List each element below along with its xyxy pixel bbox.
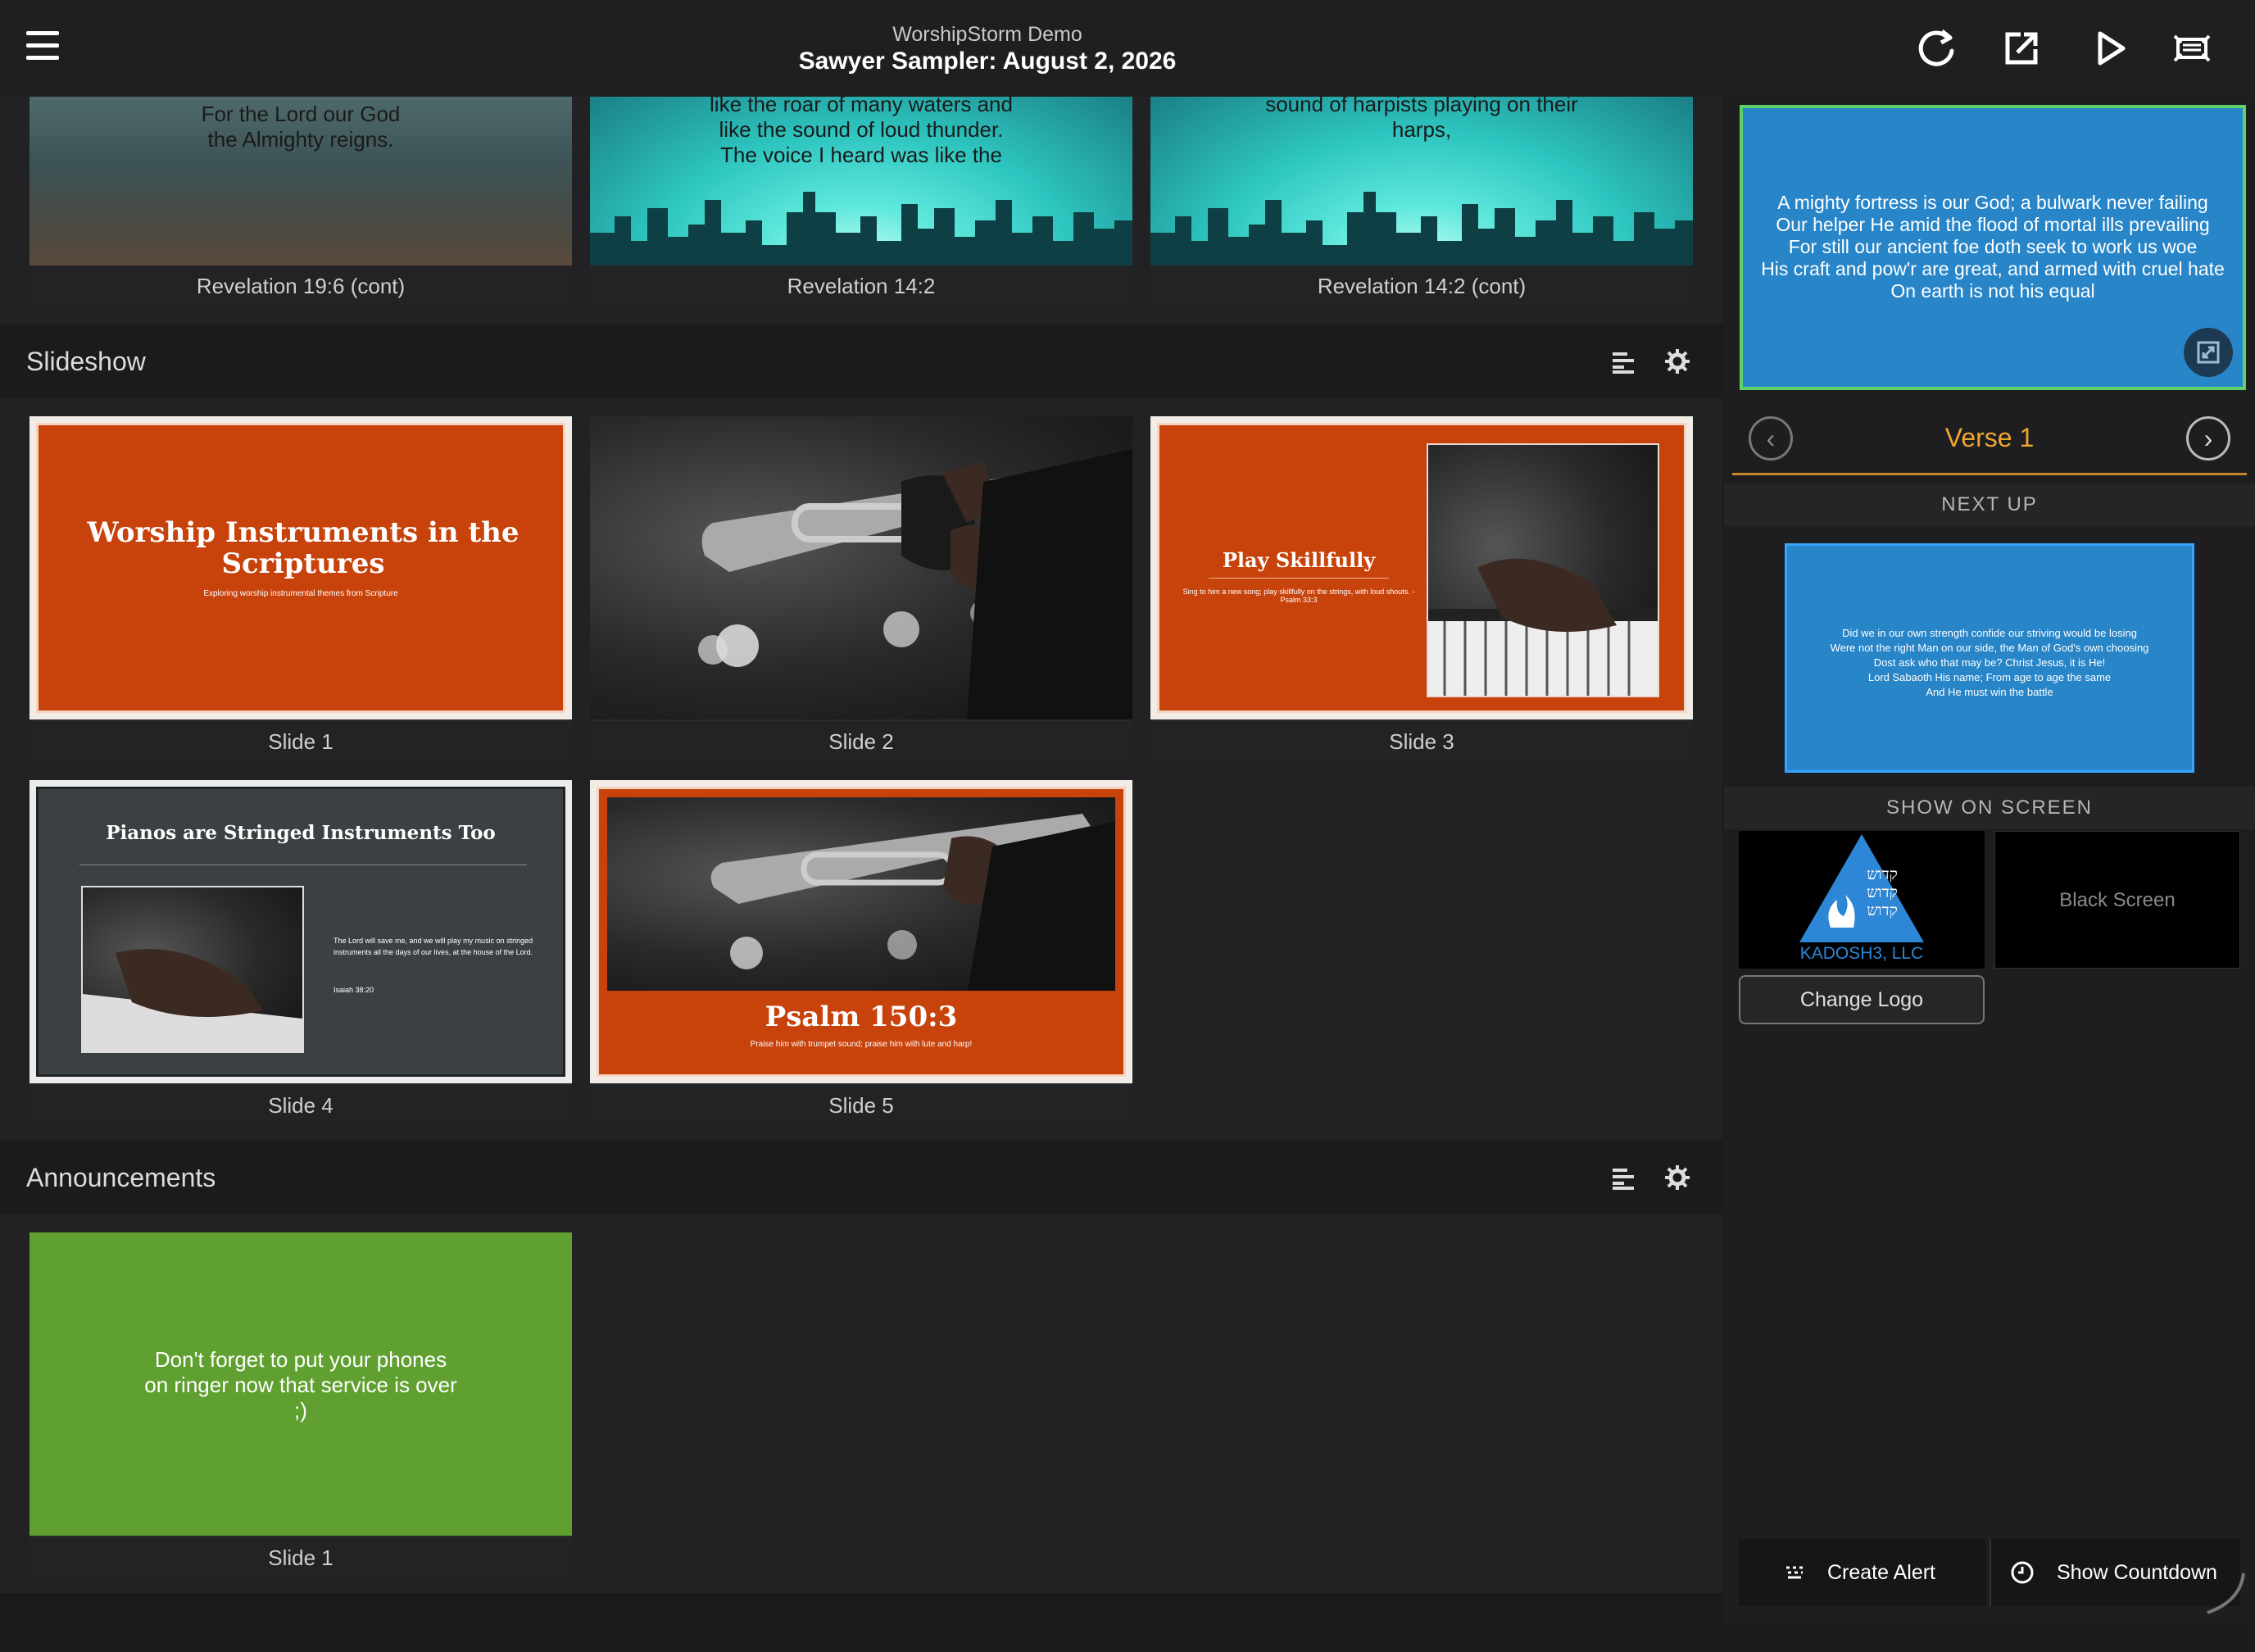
slide-thumbnail: For the Lord our God the Almighty reigns…	[29, 97, 572, 266]
logo-tile[interactable]: קדוש קדוש קדוש KADOSH3, LLC	[1739, 831, 1985, 969]
current-verse-label: Verse 1	[1944, 423, 2035, 452]
section-title: Announcements	[26, 1163, 216, 1192]
show-countdown-label: Show Countdown	[2057, 1561, 2217, 1584]
gear-icon[interactable]	[1662, 1162, 1693, 1193]
slide-thumbnail: Psalm 150:3 Praise him with trumpet soun…	[590, 780, 1132, 1083]
section-title: Slideshow	[26, 347, 146, 376]
gear-icon[interactable]	[1662, 346, 1693, 377]
slide-title: Worship Instruments in the Scriptures	[87, 516, 520, 580]
next-up-header: NEXT UP	[1724, 483, 2255, 526]
slide-subtitle: Exploring worship instrumental themes fr…	[203, 589, 398, 598]
next-up-lyrics: Did we in our own strength confide our s…	[1830, 627, 2149, 698]
slide-thumbnail: Play Skillfully Sing to him a new song; …	[1150, 416, 1693, 719]
slide-caption: Revelation 14:2 (cont)	[1150, 266, 1693, 306]
slideshow-slide-1[interactable]: Worship Instruments in the Scriptures Ex…	[29, 416, 572, 762]
header-subtitle: WorshipStorm Demo	[892, 23, 1082, 46]
slide-caption: Slide 3	[1150, 721, 1693, 762]
expand-icon[interactable]	[2184, 328, 2233, 377]
page-title: Sawyer Sampler: August 2, 2026	[798, 48, 1177, 75]
next-verse-button[interactable]: ›	[2186, 416, 2230, 461]
slide-subtitle: Praise him with trumpet sound; praise hi…	[750, 1040, 973, 1049]
slide-caption: Revelation 19:6 (cont)	[29, 266, 572, 306]
keyboard-icon	[1786, 1566, 1803, 1579]
black-screen-label: Black Screen	[2059, 889, 2176, 911]
reorder-icon[interactable]	[1608, 346, 1639, 377]
scripture-slide-2[interactable]: like the roar of many waters and like th…	[590, 97, 1132, 306]
slide-title: Pianos are Stringed Instruments Too	[106, 822, 496, 844]
export-icon[interactable]	[1996, 23, 2047, 74]
live-lyrics: A mighty fortress is our God; a bulwark …	[1761, 192, 2225, 302]
change-logo-button[interactable]: Change Logo	[1739, 975, 1985, 1024]
right-panel: A mighty fortress is our God; a bulwark …	[1724, 97, 2255, 1621]
verse-navigator: ‹ Verse 1 ›	[1732, 400, 2247, 475]
slide-caption: Slide 2	[590, 721, 1132, 762]
slide-thumbnail: Don't forget to put your phones on ringe…	[29, 1232, 572, 1536]
app-header: WorshipStorm Demo Sawyer Sampler: August…	[0, 0, 2255, 97]
section-divider	[0, 1593, 1722, 1621]
next-up-area: Did we in our own strength confide our s…	[1724, 533, 2255, 785]
show-on-screen-header: SHOW ON SCREEN	[1724, 787, 2255, 829]
trumpet-photo	[590, 416, 1132, 719]
logo-hebrew-text: קדוש קדוש קדוש	[1867, 865, 1898, 919]
slide-caption: Revelation 14:2	[590, 266, 1132, 306]
slide-caption: Slide 1	[29, 721, 572, 762]
slideshow-slide-3[interactable]: Play Skillfully Sing to him a new song; …	[1150, 416, 1693, 762]
slideshow-slide-5[interactable]: Psalm 150:3 Praise him with trumpet soun…	[590, 780, 1132, 1126]
clock-icon	[2011, 1561, 2034, 1584]
reorder-icon[interactable]	[1608, 1162, 1639, 1193]
slideshow-slide-4[interactable]: Pianos are Stringed Instruments Too The …	[29, 780, 572, 1126]
piano-photo	[81, 886, 304, 1053]
city-skyline-image	[1150, 192, 1693, 266]
slide-subtitle: Sing to him a new song; play skillfully …	[1182, 588, 1415, 604]
slide-text: like the roar of many waters and like th…	[710, 97, 1013, 167]
trumpet-photo	[607, 797, 1115, 991]
city-skyline-image	[590, 192, 1132, 266]
slide-text: For the Lord our God the Almighty reigns…	[201, 102, 401, 152]
main-content[interactable]: For the Lord our God the Almighty reigns…	[0, 97, 1722, 1621]
slide-thumbnail: Pianos are Stringed Instruments Too The …	[29, 780, 572, 1083]
logo-name: KADOSH3, LLC	[1799, 944, 1924, 963]
black-screen-button[interactable]: Black Screen	[1994, 831, 2240, 969]
scripture-slide-3[interactable]: sound of harpists playing on their harps…	[1150, 97, 1693, 306]
next-up-slide[interactable]: Did we in our own strength confide our s…	[1785, 543, 2194, 773]
create-alert-button[interactable]: Create Alert	[1739, 1539, 1986, 1606]
section-header-slideshow: Slideshow	[0, 324, 1722, 398]
slide-title: Play Skillfully	[1222, 548, 1376, 572]
piano-photo	[1427, 443, 1659, 697]
slide-title: Psalm 150:3	[765, 1001, 958, 1033]
refresh-icon[interactable]	[1911, 23, 1962, 74]
resize-handle-icon[interactable]	[2199, 1568, 2248, 1618]
slide-text: Don't forget to put your phones on ringe…	[144, 1347, 457, 1423]
slideshow-slide-2[interactable]: Slide 2	[590, 416, 1132, 762]
slide-text: sound of harpists playing on their harps…	[1265, 97, 1578, 142]
screen-icon[interactable]	[2167, 23, 2217, 74]
create-alert-label: Create Alert	[1827, 1561, 1936, 1584]
slide-bullet-ref: Isaiah 38:20	[333, 986, 374, 994]
slide-caption: Slide 5	[590, 1085, 1132, 1126]
live-output-preview[interactable]: A mighty fortress is our God; a bulwark …	[1740, 105, 2246, 390]
slide-caption: Slide 4	[29, 1085, 572, 1126]
scripture-slide-1[interactable]: For the Lord our God the Almighty reigns…	[29, 97, 572, 306]
chevron-right-icon: ›	[2203, 424, 2213, 453]
slide-caption: Slide 1	[29, 1537, 572, 1578]
slide-thumbnail: Worship Instruments in the Scriptures Ex…	[29, 416, 572, 719]
slide-thumbnail: like the roar of many waters and like th…	[590, 97, 1132, 266]
play-icon[interactable]	[2085, 23, 2135, 74]
announcement-slide-1[interactable]: Don't forget to put your phones on ringe…	[29, 1232, 572, 1578]
bottom-actions: Create Alert Show Countdown	[1739, 1539, 2240, 1606]
section-header-announcements: Announcements	[0, 1141, 1722, 1214]
slide-thumbnail: sound of harpists playing on their harps…	[1150, 97, 1693, 266]
slide-bullet-text: The Lord will save me, and we will play …	[333, 937, 533, 956]
